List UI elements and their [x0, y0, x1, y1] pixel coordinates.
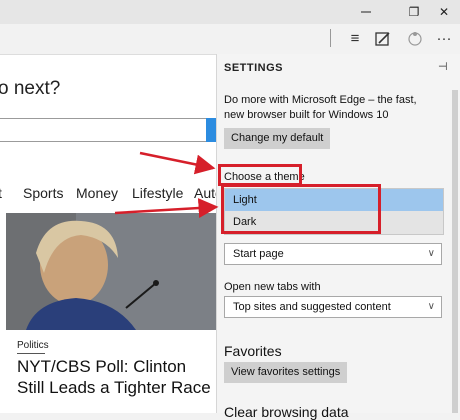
open-with-value: Start page — [233, 248, 284, 260]
page-headline: o next? — [0, 78, 61, 99]
open-with-select[interactable]: Start page ∨ — [224, 243, 442, 265]
search-button[interactable] — [206, 118, 216, 142]
nav-item-sports[interactable]: Sports — [23, 185, 63, 201]
minimize-button[interactable] — [347, 0, 385, 24]
title-bar — [0, 0, 460, 24]
new-tabs-select[interactable]: Top sites and suggested content ∨ — [224, 296, 442, 318]
new-tabs-label: Open new tabs with — [224, 281, 321, 293]
web-note-icon[interactable] — [369, 27, 397, 51]
hub-icon[interactable]: ≡ — [341, 27, 369, 51]
clear-browsing-data-title: Clear browsing data — [224, 404, 349, 420]
highlight-box-theme-label — [218, 164, 302, 186]
view-favorites-settings-button[interactable]: View favorites settings — [224, 362, 348, 383]
settings-scrollbar[interactable] — [452, 90, 458, 413]
chevron-down-icon: ∨ — [427, 248, 435, 259]
close-window-button[interactable]: ✕ — [425, 0, 460, 24]
nav-item-autos[interactable]: Auto — [194, 185, 216, 201]
chevron-down-icon: ∨ — [427, 301, 435, 312]
story-photo[interactable] — [6, 213, 216, 330]
promo-text: Do more with Microsoft Edge – the fast, … — [224, 94, 417, 121]
nav-item-lifestyle[interactable]: Lifestyle — [132, 185, 183, 201]
toolbar-divider — [330, 29, 331, 47]
nav-item-money[interactable]: Money — [76, 185, 118, 201]
share-icon[interactable] — [401, 27, 429, 51]
new-tabs-value: Top sites and suggested content — [233, 301, 391, 313]
settings-title: SETTINGS — [224, 62, 284, 74]
story-category[interactable]: Politics — [17, 340, 49, 351]
favorites-title: Favorites — [224, 343, 282, 359]
pin-icon[interactable]: ⊣ — [438, 60, 448, 73]
category-underline — [17, 353, 45, 354]
story-title[interactable]: NYT/CBS Poll: Clinton Still Leads a Tigh… — [17, 356, 217, 398]
search-input[interactable] — [0, 118, 213, 142]
more-icon[interactable]: ··· — [430, 27, 458, 51]
change-default-button[interactable]: Change my default — [224, 128, 331, 149]
highlight-box-theme-options — [221, 184, 381, 234]
nav-item-news[interactable]: t — [0, 185, 2, 201]
